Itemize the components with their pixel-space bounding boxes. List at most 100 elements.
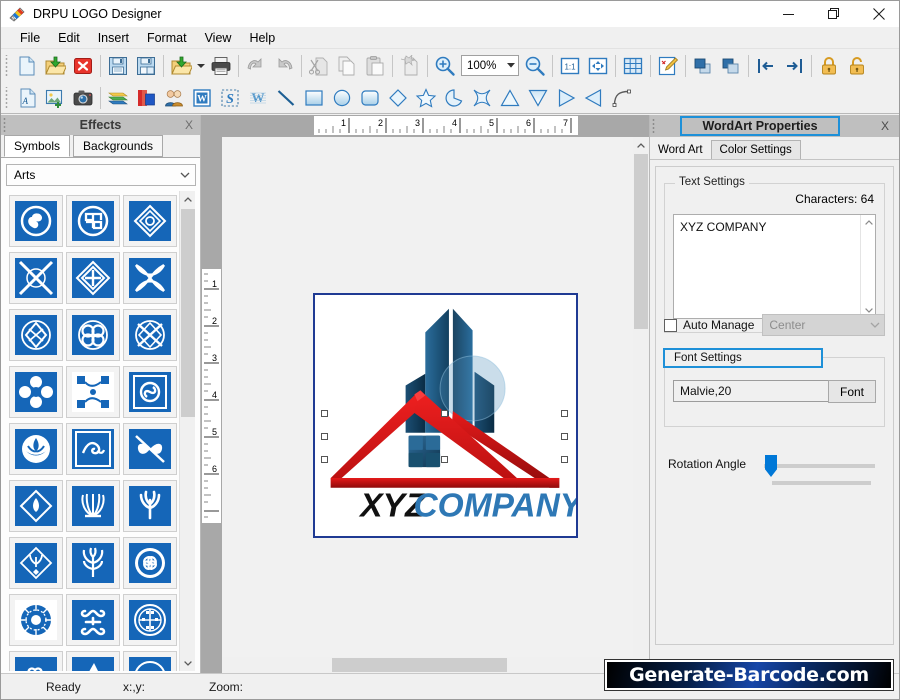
insert-image-icon[interactable] <box>41 84 69 112</box>
symbol-item[interactable] <box>122 594 177 646</box>
signature-icon[interactable]: S <box>216 84 244 112</box>
tab-backgrounds[interactable]: Backgrounds <box>73 135 164 157</box>
maximize-button[interactable] <box>811 1 856 27</box>
save-as-icon[interactable] <box>132 52 160 80</box>
diamond-tool-icon[interactable] <box>384 84 412 112</box>
design-page[interactable]: XYZ COMPANY <box>222 137 633 657</box>
right-triangle-icon[interactable] <box>552 84 580 112</box>
paste-icon[interactable] <box>361 52 389 80</box>
left-triangle-icon[interactable] <box>580 84 608 112</box>
symbol-item[interactable] <box>65 480 120 532</box>
effects-panel-close-icon[interactable]: X <box>185 118 193 132</box>
symbol-item[interactable] <box>122 309 177 361</box>
align-left-icon[interactable] <box>752 52 780 80</box>
symbol-item[interactable] <box>65 651 120 671</box>
layers-icon[interactable] <box>104 84 132 112</box>
resize-handle[interactable] <box>441 410 448 417</box>
resize-handle[interactable] <box>561 456 568 463</box>
wordart-text-input[interactable]: XYZ COMPANY <box>673 214 876 319</box>
symbol-item[interactable] <box>65 366 120 418</box>
pie-tool-icon[interactable] <box>440 84 468 112</box>
copy-icon[interactable] <box>333 52 361 80</box>
symbol-item[interactable] <box>122 252 177 304</box>
symbol-item[interactable] <box>65 195 120 247</box>
ellipse-tool-icon[interactable] <box>328 84 356 112</box>
tab-word-art[interactable]: Word Art <box>650 141 711 159</box>
panel-grip-icon[interactable] <box>652 118 658 134</box>
line-tool-icon[interactable] <box>272 84 300 112</box>
resize-handle[interactable] <box>561 433 568 440</box>
toolbar-grip[interactable] <box>3 54 10 77</box>
close-document-icon[interactable] <box>69 52 97 80</box>
toolbar-grip-2[interactable] <box>3 86 10 109</box>
resize-handle[interactable] <box>321 456 328 463</box>
slider-track-lower[interactable] <box>772 481 871 485</box>
symbol-item[interactable] <box>122 480 177 532</box>
zoom-out-icon[interactable] <box>521 52 549 80</box>
symbol-category-select[interactable]: Arts <box>6 164 196 186</box>
symbol-item[interactable] <box>8 594 63 646</box>
slider-thumb[interactable] <box>765 455 777 477</box>
open-document-icon[interactable] <box>41 52 69 80</box>
fit-page-icon[interactable] <box>584 52 612 80</box>
star-tool-icon[interactable] <box>412 84 440 112</box>
menu-item-edit[interactable]: Edit <box>49 28 89 48</box>
print-icon[interactable] <box>207 52 235 80</box>
symbol-item[interactable] <box>122 366 177 418</box>
undo-icon[interactable] <box>242 52 270 80</box>
scroll-thumb[interactable] <box>634 154 648 329</box>
symbol-item[interactable] <box>65 537 120 589</box>
four-point-star-icon[interactable] <box>468 84 496 112</box>
zoom-in-icon[interactable] <box>431 52 459 80</box>
chevron-down-icon[interactable] <box>175 170 195 180</box>
menu-item-insert[interactable]: Insert <box>89 28 138 48</box>
auto-manage-checkbox[interactable] <box>664 318 677 332</box>
symbol-item[interactable] <box>8 309 63 361</box>
scroll-down-icon[interactable] <box>180 655 195 671</box>
send-back-icon[interactable] <box>717 52 745 80</box>
rectangle-tool-icon[interactable] <box>300 84 328 112</box>
symbol-item[interactable] <box>65 309 120 361</box>
align-right-icon[interactable] <box>780 52 808 80</box>
alignment-select[interactable]: Center <box>762 314 885 336</box>
font-button[interactable]: Font <box>828 380 876 403</box>
workspace-horizontal-scrollbar[interactable] <box>222 657 633 673</box>
delete-icon[interactable] <box>396 52 424 80</box>
capture-image-icon[interactable] <box>69 84 97 112</box>
scroll-up-icon[interactable] <box>180 191 195 207</box>
inverted-triangle-icon[interactable] <box>524 84 552 112</box>
font-value-field[interactable]: Malvie,20 <box>673 380 833 402</box>
bring-front-icon[interactable] <box>689 52 717 80</box>
edit-design-icon[interactable] <box>654 52 682 80</box>
symbol-item[interactable] <box>122 195 177 247</box>
menu-item-help[interactable]: Help <box>240 28 284 48</box>
scroll-thumb[interactable] <box>332 658 507 672</box>
grid-icon[interactable] <box>619 52 647 80</box>
textarea-scrollbar[interactable] <box>860 215 875 318</box>
close-button[interactable] <box>856 1 899 27</box>
scroll-up-icon[interactable] <box>861 215 876 230</box>
tab-color-settings[interactable]: Color Settings <box>710 140 801 159</box>
canvas-area[interactable]: XYZ COMPANY <box>222 137 633 657</box>
color-palette-icon[interactable] <box>132 84 160 112</box>
rotation-angle-slider[interactable] <box>764 455 875 485</box>
symbol-item[interactable] <box>8 480 63 532</box>
actual-size-icon[interactable]: 1:1 <box>556 52 584 80</box>
lock-icon[interactable] <box>815 52 843 80</box>
menu-item-file[interactable]: File <box>11 28 49 48</box>
redo-icon[interactable] <box>270 52 298 80</box>
export-icon[interactable] <box>167 52 195 80</box>
chevron-down-icon[interactable] <box>503 56 518 75</box>
export-dropdown-icon[interactable] <box>195 52 207 80</box>
insert-people-icon[interactable] <box>160 84 188 112</box>
symbol-item[interactable] <box>65 594 120 646</box>
symbol-item[interactable] <box>122 537 177 589</box>
triangle-tool-icon[interactable] <box>496 84 524 112</box>
symbol-item[interactable] <box>122 651 177 671</box>
zoom-combobox[interactable]: 100% <box>461 55 519 76</box>
resize-handle[interactable] <box>321 433 328 440</box>
symbol-item[interactable] <box>8 252 63 304</box>
menu-item-view[interactable]: View <box>196 28 241 48</box>
symbol-item[interactable] <box>8 366 63 418</box>
symbol-item[interactable] <box>122 423 177 475</box>
